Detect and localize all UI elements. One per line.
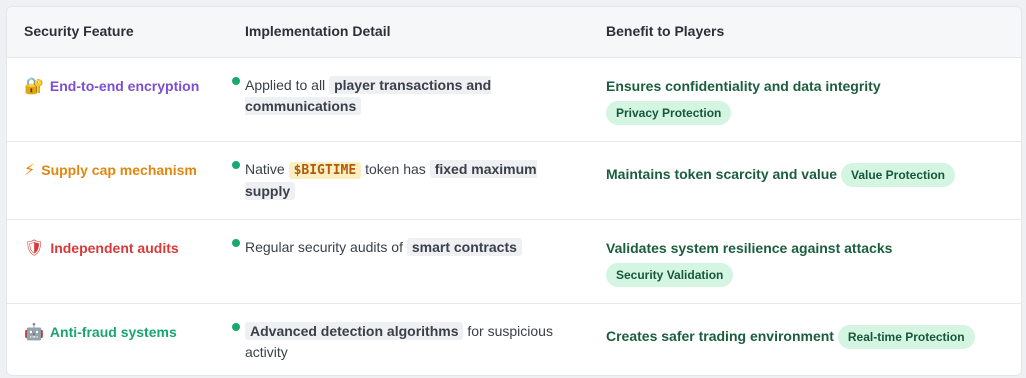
feature-cell: 🔐 End-to-end encryption: [24, 75, 240, 98]
impl-text: token has: [361, 161, 430, 177]
feature-label: Independent audits: [50, 240, 179, 256]
table-row: 🔐 End-to-end encryption Applied to all pl…: [7, 58, 1021, 142]
security-features-table: Security Feature Implementation Detail B…: [6, 6, 1022, 376]
feature-label: End-to-end encryption: [49, 78, 200, 94]
status-dot: [232, 77, 240, 85]
table-row: ⚡ Supply cap mechanism Native $BIGTIME to…: [7, 142, 1021, 220]
shield-icon: 🛡: [24, 240, 45, 257]
robot-icon: 🤖: [24, 324, 44, 341]
header-benefit: Benefit to Players: [606, 23, 725, 39]
status-dot: [232, 161, 240, 169]
benefit-text: Creates safer trading environment: [606, 328, 834, 344]
impl-cell: Applied to all player transactions and c…: [245, 75, 565, 117]
header-security-feature: Security Feature: [24, 23, 134, 39]
impl-code: Advanced detection algorithms: [245, 322, 464, 340]
lock-with-key-icon: 🔐: [24, 78, 44, 95]
impl-cell: Regular security audits of smart contrac…: [245, 237, 565, 258]
token-symbol: $BIGTIME: [288, 162, 362, 179]
benefit-text: Maintains token scarcity and value: [606, 166, 838, 182]
status-dot: [232, 239, 240, 247]
benefit-cell: Validates system resilience against atta…: [606, 237, 1006, 287]
impl-text: Native: [245, 161, 289, 177]
feature-cell: ⚡ Supply cap mechanism: [24, 159, 240, 182]
feature-cell: 🛡 Independent audits: [24, 237, 240, 260]
impl-text: Regular security audits of: [245, 239, 407, 255]
lightning-icon: ⚡: [24, 162, 36, 179]
status-dot: [232, 323, 240, 331]
table-header: Security Feature Implementation Detail B…: [7, 7, 1021, 58]
benefit-badge: Value Protection: [840, 163, 956, 188]
impl-cell: Advanced detection algorithms for suspic…: [245, 321, 565, 363]
benefit-badge: Privacy Protection: [606, 101, 732, 125]
impl-code: smart contracts: [406, 238, 522, 256]
header-implementation-detail: Implementation Detail: [245, 23, 391, 39]
benefit-cell: Ensures confidentiality and data integri…: [606, 75, 1006, 125]
benefit-cell: Creates safer trading environment Real-t…: [606, 325, 1006, 350]
feature-label: Supply cap mechanism: [41, 162, 197, 178]
impl-cell: Native $BIGTIME token has fixed maximum …: [245, 159, 565, 202]
benefit-text: Validates system resilience against atta…: [606, 240, 893, 256]
impl-text: Applied to all: [245, 77, 330, 93]
table-row: 🤖 Anti-fraud systems Advanced detection a…: [7, 304, 1021, 375]
feature-label: Anti-fraud systems: [49, 324, 177, 340]
benefit-cell: Maintains token scarcity and value Value…: [606, 163, 1006, 188]
benefit-badge: Security Validation: [606, 263, 734, 287]
benefit-badge: Real-time Protection: [837, 325, 975, 350]
feature-cell: 🤖 Anti-fraud systems: [24, 321, 240, 344]
table-row: 🛡 Independent audits Regular security aud…: [7, 220, 1021, 304]
benefit-text: Ensures confidentiality and data integri…: [606, 78, 881, 94]
